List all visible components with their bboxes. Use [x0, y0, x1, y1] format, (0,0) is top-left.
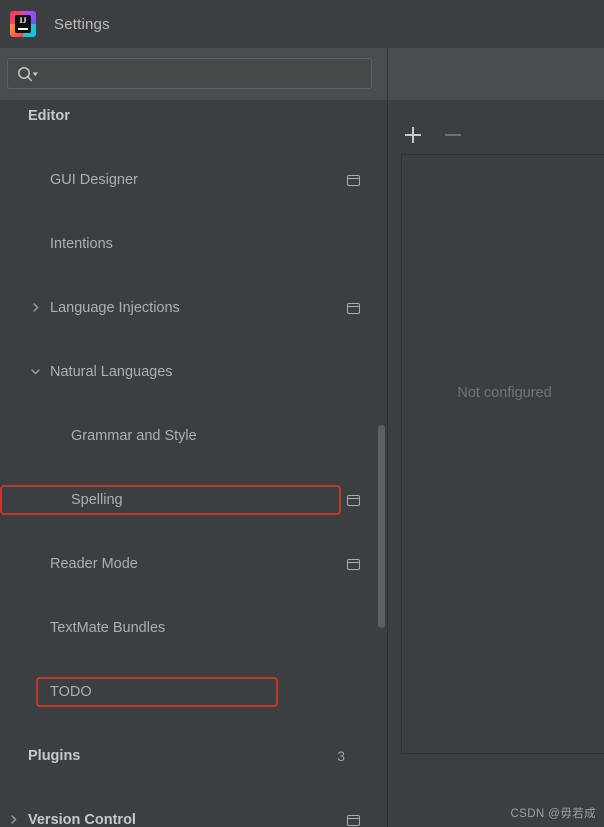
- settings-tree[interactable]: Editor GUI Designer Intentions Language Inj…: [0, 100, 387, 827]
- add-server-button[interactable]: [400, 122, 426, 148]
- sidebar-item-gui-designer[interactable]: GUI Designer: [0, 164, 387, 196]
- sidebar-item-label: Spelling: [71, 492, 123, 508]
- watermark: CSDN @毋若成: [510, 808, 596, 820]
- sidebar-item-label: Plugins: [28, 748, 81, 764]
- project-scope-icon: [347, 174, 360, 186]
- tree-scrollbar-thumb[interactable]: [378, 425, 385, 628]
- sidebar-item-label: Language Injections: [50, 300, 180, 316]
- sidebar-item-editor[interactable]: Editor: [0, 100, 387, 132]
- sidebar-item-label: TextMate Bundles: [50, 620, 166, 636]
- search-input[interactable]: [39, 59, 371, 88]
- plugins-count-badge: 3: [337, 748, 345, 764]
- sidebar-item-reader-mode[interactable]: Reader Mode: [0, 548, 387, 580]
- search-icon: [17, 66, 39, 82]
- sidebar-item-label: Intentions: [50, 236, 113, 252]
- window-title: Settings: [54, 15, 110, 33]
- sidebar-item-label: Grammar and Style: [71, 428, 197, 444]
- settings-dialog: IJ Settings Editor GUI Designer Intentions…: [0, 0, 604, 827]
- sidebar-item-label: GUI Designer: [50, 172, 138, 188]
- window-titlebar: IJ Settings: [0, 0, 604, 48]
- sidebar-item-language-injections[interactable]: Language Injections: [0, 292, 387, 324]
- sidebar-item-label: Natural Languages: [50, 364, 173, 380]
- sidebar-item-label: Reader Mode: [50, 556, 138, 572]
- tree-scrollbar[interactable]: [376, 100, 387, 827]
- chevron-down-icon[interactable]: [28, 366, 42, 379]
- empty-state-label: Not configured: [457, 385, 552, 401]
- sidebar-item-label: TODO: [50, 684, 92, 700]
- search-box[interactable]: [7, 58, 372, 89]
- server-list[interactable]: Not configured: [401, 154, 604, 754]
- sidebar-item-version-control[interactable]: Version Control: [0, 804, 387, 827]
- project-scope-icon: [347, 814, 360, 826]
- sidebar-item-grammar-and-style[interactable]: Grammar and Style: [0, 420, 387, 452]
- sidebar-item-label: Version Control: [28, 812, 136, 827]
- detail-toolbar: [400, 120, 466, 150]
- sidebar-item-label: Editor: [28, 108, 70, 124]
- intellij-idea-logo-icon: IJ: [10, 11, 36, 37]
- search-band: [0, 48, 604, 100]
- detail-panel: Build, Execution, Deplo Not configured: [388, 100, 604, 827]
- chevron-right-icon[interactable]: [6, 814, 20, 827]
- sidebar-item-natural-languages[interactable]: Natural Languages: [0, 356, 387, 388]
- project-scope-icon: [347, 302, 360, 314]
- sidebar-item-todo[interactable]: TODO: [0, 676, 387, 708]
- project-scope-icon: [347, 558, 360, 570]
- sidebar-item-spelling[interactable]: Spelling: [0, 484, 387, 516]
- sidebar-item-plugins[interactable]: Plugins 3: [0, 740, 387, 772]
- sidebar-item-textmate-bundles[interactable]: TextMate Bundles: [0, 612, 387, 644]
- sidebar-item-intentions[interactable]: Intentions: [0, 228, 387, 260]
- chevron-right-icon[interactable]: [28, 302, 42, 315]
- project-scope-icon: [347, 494, 360, 506]
- remove-server-button: [440, 122, 466, 148]
